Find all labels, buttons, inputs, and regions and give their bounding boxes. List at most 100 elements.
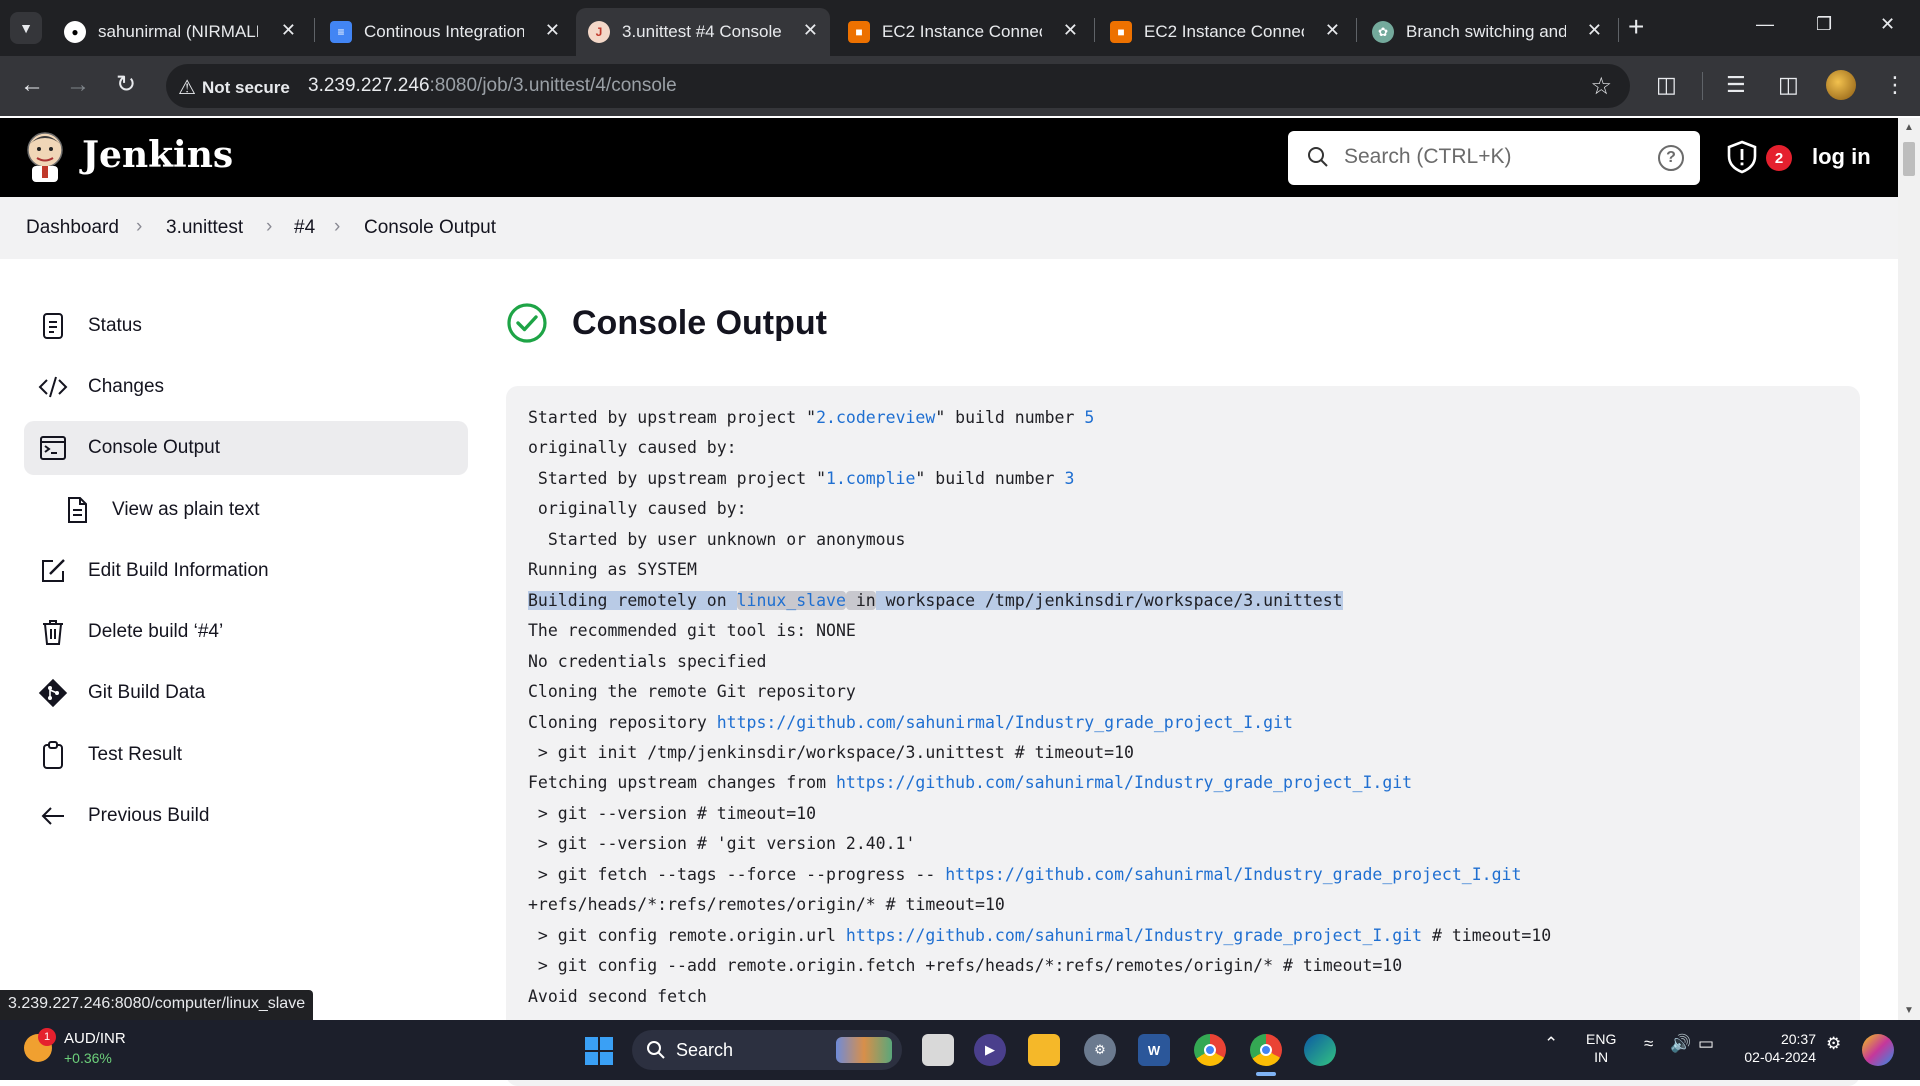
- console-text: in: [845, 590, 876, 610]
- security-shield-icon[interactable]: [1726, 140, 1758, 174]
- extensions-icon[interactable]: ◫: [1656, 72, 1677, 98]
- bookmark-star-icon[interactable]: ☆: [1590, 72, 1612, 101]
- sidebar-item-changes[interactable]: Changes: [24, 360, 468, 414]
- tab-unittest-console[interactable]: J 3.unittest #4 Console [ ✕: [576, 8, 830, 56]
- tab-search-button[interactable]: ▼: [10, 12, 42, 44]
- clock-date: 02-04-2024: [1744, 1049, 1816, 1065]
- jenkins-logo-icon[interactable]: [24, 130, 66, 184]
- reload-button[interactable]: ↻: [116, 70, 136, 100]
- console-link[interactable]: https://github.com/sahunirmal/Industry_g…: [836, 773, 1412, 792]
- tab-label: sahunirmal (NIRMALEN: [98, 22, 258, 41]
- console-link[interactable]: https://github.com/sahunirmal/Industry_g…: [945, 865, 1521, 884]
- chrome-icon[interactable]: [1194, 1034, 1226, 1066]
- tab-ec2-connect-1[interactable]: ■ EC2 Instance Connect ✕: [836, 8, 1090, 56]
- trash-icon: [38, 617, 68, 647]
- battery-icon[interactable]: ▭: [1698, 1034, 1714, 1054]
- close-icon[interactable]: ✕: [1063, 20, 1078, 41]
- console-text: Running as SYSTEM: [528, 560, 697, 580]
- sidebar-item-view-plain-text[interactable]: View as plain text: [24, 483, 468, 537]
- login-link[interactable]: log in: [1812, 144, 1871, 170]
- breadcrumb-build[interactable]: #4: [294, 217, 315, 239]
- jenkins-brand[interactable]: Jenkins: [82, 134, 233, 176]
- wifi-icon[interactable]: ≈: [1644, 1034, 1653, 1054]
- word-icon[interactable]: W: [1138, 1034, 1170, 1066]
- media-player-icon[interactable]: ▶: [974, 1034, 1006, 1066]
- close-icon[interactable]: ✕: [1325, 20, 1340, 41]
- new-tab-button[interactable]: +: [1628, 12, 1644, 42]
- side-panel-icon[interactable]: ◫: [1778, 72, 1799, 98]
- console-link[interactable]: linux_slave: [736, 590, 846, 610]
- close-icon[interactable]: ✕: [545, 20, 560, 41]
- forward-button[interactable]: →: [66, 70, 90, 100]
- tab-ec2-connect-2[interactable]: ■ EC2 Instance Connect ✕: [1098, 8, 1352, 56]
- notification-bell-icon[interactable]: ⚙: [1826, 1034, 1841, 1054]
- sidebar-item-previous-build[interactable]: Previous Build: [24, 789, 468, 843]
- console-link[interactable]: 2.codereview: [816, 408, 935, 427]
- console-output[interactable]: Started by upstream project "2.coderevie…: [506, 386, 1860, 1086]
- close-window-icon[interactable]: ✕: [1880, 14, 1895, 35]
- scroll-up-icon[interactable]: ▲: [1904, 122, 1914, 133]
- sidebar-item-delete-build[interactable]: Delete build ‘#4’: [24, 605, 468, 659]
- windows-start-icon[interactable]: [584, 1036, 614, 1066]
- tab-label: EC2 Instance Connect: [882, 22, 1042, 41]
- sidebar-item-edit-build-information[interactable]: Edit Build Information: [24, 544, 468, 598]
- edge-icon[interactable]: [1304, 1034, 1336, 1066]
- page-scrollbar[interactable]: ▲ ▼: [1898, 118, 1920, 1020]
- browser-menu-icon[interactable]: ⋮: [1884, 72, 1906, 98]
- settings-icon[interactable]: ⚙: [1084, 1034, 1116, 1066]
- console-text: Building remotely on: [528, 590, 737, 610]
- close-icon[interactable]: ✕: [803, 20, 818, 41]
- console-link[interactable]: 1.complie: [826, 469, 915, 488]
- console-link[interactable]: 5: [1084, 408, 1094, 427]
- chevron-up-icon[interactable]: ⌃: [1544, 1034, 1558, 1054]
- sidebar-item-label: Previous Build: [88, 805, 210, 826]
- chrome-active-icon[interactable]: [1250, 1034, 1282, 1066]
- task-view-icon[interactable]: [922, 1034, 954, 1066]
- scrollbar-thumb[interactable]: [1903, 142, 1915, 176]
- browser-tab-bar: ▼ ● sahunirmal (NIRMALEN ✕ ≡ Continous I…: [0, 0, 1920, 56]
- back-button[interactable]: ←: [20, 70, 44, 100]
- url-text[interactable]: 3.239.227.246:8080/job/3.unittest/4/cons…: [308, 75, 677, 97]
- close-icon[interactable]: ✕: [1587, 20, 1602, 41]
- console-link[interactable]: https://github.com/sahunirmal/Industry_g…: [846, 926, 1422, 945]
- notification-badge[interactable]: 2: [1766, 145, 1792, 171]
- address-bar[interactable]: ⚠ Not secure 3.239.227.246:8080/job/3.un…: [166, 64, 1630, 108]
- tab-branch-switching[interactable]: ✿ Branch switching and ✕: [1360, 8, 1614, 56]
- help-icon[interactable]: ?: [1658, 145, 1684, 171]
- console-line: > git init /tmp/jenkinsdir/workspace/3.u…: [528, 741, 1134, 765]
- copilot-icon[interactable]: [1862, 1034, 1894, 1066]
- search-box[interactable]: Search (CTRL+K) ?: [1288, 131, 1700, 185]
- taskbar-search[interactable]: Search: [632, 1030, 902, 1070]
- breadcrumb-console-output[interactable]: Console Output: [364, 217, 496, 239]
- sidebar-item-status[interactable]: Status: [24, 299, 468, 353]
- system-clock[interactable]: 20:37 02-04-2024: [1734, 1030, 1816, 1066]
- console-text: The recommended git tool is: NONE: [528, 621, 856, 641]
- sidebar-item-test-result[interactable]: Test Result: [24, 728, 468, 782]
- tab-github[interactable]: ● sahunirmal (NIRMALEN ✕: [52, 8, 308, 56]
- security-indicator[interactable]: ⚠ Not secure: [178, 75, 290, 100]
- media-control-icon[interactable]: ☰: [1726, 72, 1746, 98]
- minimize-icon[interactable]: —: [1756, 14, 1774, 35]
- console-link[interactable]: https://github.com/sahunirmal/Industry_g…: [717, 713, 1293, 732]
- sidebar-item-git-build-data[interactable]: Git Build Data: [24, 666, 468, 720]
- sidebar-item-console-output[interactable]: Console Output: [24, 421, 468, 475]
- breadcrumb-dashboard[interactable]: Dashboard: [26, 217, 119, 239]
- console-text: " build number: [935, 408, 1085, 427]
- restore-icon[interactable]: ❐: [1816, 14, 1832, 35]
- volume-icon[interactable]: 🔊: [1670, 1034, 1691, 1054]
- chevron-right-icon: ›: [266, 216, 273, 237]
- profile-avatar[interactable]: [1826, 70, 1856, 100]
- close-icon[interactable]: ✕: [281, 20, 296, 41]
- search-icon: [647, 1041, 665, 1059]
- console-text: > git --version # timeout=10: [528, 803, 817, 823]
- breadcrumb-job[interactable]: 3.unittest: [166, 217, 243, 239]
- github-icon: ●: [64, 21, 86, 43]
- tab-continuous-integration[interactable]: ≡ Continous Integration ✕: [318, 8, 572, 56]
- language-indicator[interactable]: ENG IN: [1586, 1030, 1616, 1066]
- search-highlight-icon: [836, 1037, 892, 1063]
- sidebar-item-label: Changes: [88, 376, 165, 397]
- file-explorer-icon[interactable]: [1028, 1034, 1060, 1066]
- scroll-down-icon[interactable]: ▼: [1904, 1005, 1914, 1016]
- console-link[interactable]: 3: [1064, 469, 1074, 488]
- language-line2: IN: [1594, 1049, 1609, 1065]
